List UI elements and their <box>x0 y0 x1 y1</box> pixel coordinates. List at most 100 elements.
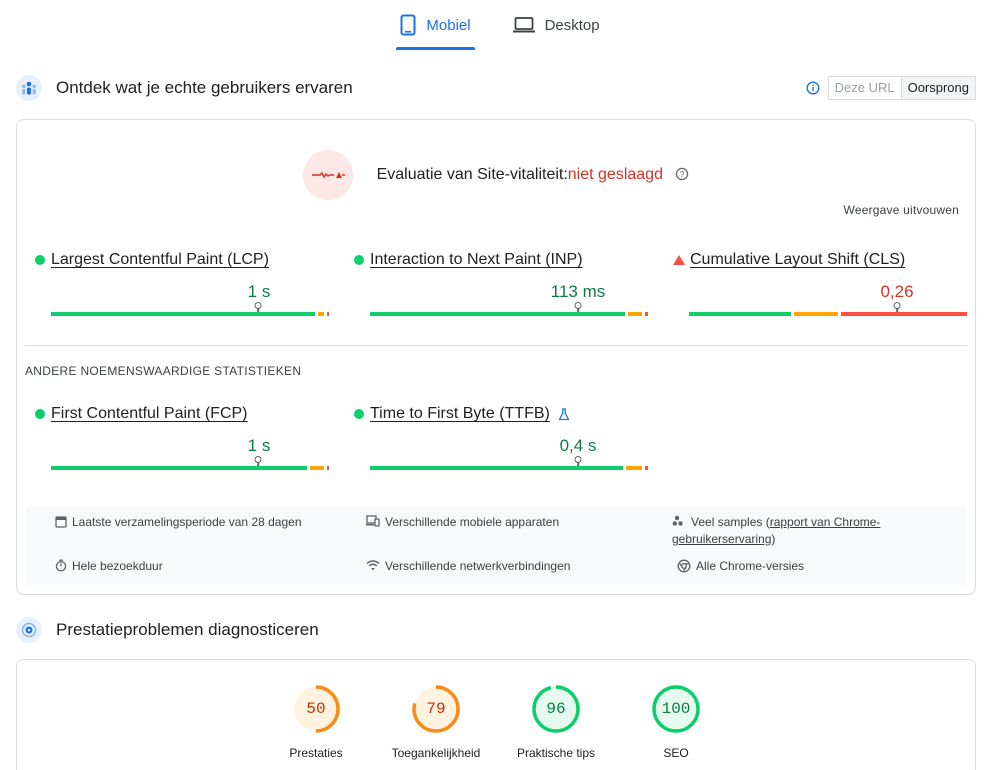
info-devices: Verschillende mobiele apparaten <box>366 514 559 531</box>
metric-lcp-link[interactable]: Largest Contentful Paint (LCP) <box>51 251 269 269</box>
bar-poor <box>645 466 648 470</box>
status-triangle-poor <box>673 255 685 265</box>
flask-icon <box>558 407 570 420</box>
section-divider <box>25 345 967 346</box>
bar-needs-improvement <box>794 312 838 316</box>
metric-inp-link[interactable]: Interaction to Next Paint (INP) <box>370 251 583 269</box>
bar-poor <box>645 312 648 316</box>
diagnose-header: Prestatieproblemen diagnosticeren <box>16 612 976 648</box>
info-duration-text: Hele bezoekduur <box>72 559 163 573</box>
tab-desktop[interactable]: Desktop <box>509 0 604 50</box>
info-chrome: Alle Chrome-versies <box>677 558 804 575</box>
diagnose-title: Prestatieproblemen diagnosticeren <box>56 620 319 639</box>
bar-poor <box>327 466 330 470</box>
evaluation-label: Evaluatie van Site-vitaliteit: <box>376 166 568 183</box>
status-dot-good <box>354 255 364 265</box>
info-network: Verschillende netwerkverbindingen <box>366 558 570 575</box>
metric-cls: Cumulative Layout Shift (CLS) <box>673 251 953 269</box>
bar-needs-improvement <box>626 466 642 470</box>
stopwatch-icon <box>55 559 67 572</box>
metric-cls-distribution-bar <box>689 312 967 316</box>
info-samples-suffix: ) <box>771 532 776 546</box>
svg-text:?: ? <box>680 169 685 179</box>
status-dot-good <box>354 409 364 419</box>
bar-poor <box>327 312 330 316</box>
metric-inp-distribution-bar <box>370 312 648 316</box>
laptop-icon <box>512 17 535 33</box>
cwv-evaluation: Evaluatie van Site-vitaliteit:niet gesla… <box>17 150 975 200</box>
bar-needs-improvement <box>628 312 643 316</box>
metric-lcp: Largest Contentful Paint (LCP) <box>35 251 315 269</box>
evaluation-status: niet geslaagd <box>567 166 663 183</box>
score-label: SEO <box>663 746 689 760</box>
bar-needs-improvement <box>318 312 325 316</box>
devices-icon <box>366 515 380 527</box>
lab-scores-card: 50 Prestaties 79 Toegankelijkheid 96 Pra… <box>16 659 976 770</box>
info-period: Laatste verzamelingsperiode van 28 dagen <box>55 514 302 531</box>
info-duration: Hele bezoekduur <box>55 558 163 575</box>
metric-inp-value: 113 ms <box>550 282 606 301</box>
users-icon <box>16 75 42 101</box>
tab-desktop-label: Desktop <box>544 16 600 34</box>
evaluation-text: Evaluatie van Site-vitaliteit:niet gesla… <box>377 166 690 184</box>
bar-good <box>370 466 624 470</box>
metric-ttfb-link[interactable]: Time to First Byte (TTFB) <box>370 405 550 423</box>
origin-button[interactable]: Oorsprong <box>900 76 976 100</box>
phone-icon <box>400 14 416 36</box>
field-data-card: Evaluatie van Site-vitaliteit:niet gesla… <box>16 119 976 595</box>
metric-fcp: First Contentful Paint (FCP) <box>35 405 315 423</box>
info-period-text: Laatste verzamelingsperiode van 28 dagen <box>72 515 302 529</box>
score-value: 50 <box>306 700 326 718</box>
info-icon[interactable] <box>806 81 820 95</box>
data-info-box: Laatste verzamelingsperiode van 28 dagen… <box>26 506 967 585</box>
info-samples-prefix: Veel samples ( <box>691 515 770 529</box>
wifi-icon <box>366 560 380 571</box>
metric-fcp-link[interactable]: First Contentful Paint (FCP) <box>51 405 248 423</box>
expand-view-link[interactable]: Weergave uitvouwen <box>844 203 959 217</box>
metric-ttfb-distribution-bar <box>370 466 648 470</box>
metric-inp: Interaction to Next Paint (INP) <box>354 251 634 269</box>
score-label: Toegankelijkheid <box>391 746 481 760</box>
info-devices-text: Verschillende mobiele apparaten <box>385 515 560 529</box>
score-value: 96 <box>546 700 566 718</box>
score-gauge-accessibility[interactable]: 79 Toegankelijkheid <box>381 684 491 760</box>
metric-cls-value: 0,26 <box>880 282 914 301</box>
target-icon <box>16 617 42 643</box>
score-value: 79 <box>426 700 446 718</box>
chrome-icon <box>677 559 691 573</box>
bar-needs-improvement <box>310 466 325 470</box>
bar-good <box>370 312 626 316</box>
metric-ttfb: Time to First Byte (TTFB) <box>354 405 634 423</box>
info-network-text: Verschillende netwerkverbindingen <box>385 559 571 573</box>
metric-cls-link[interactable]: Cumulative Layout Shift (CLS) <box>690 251 905 269</box>
score-value: 100 <box>661 700 691 718</box>
info-samples: Veel samples (rapport van Chrome-gebruik… <box>672 514 937 548</box>
score-gauge-seo[interactable]: 100 SEO <box>621 684 731 760</box>
field-data-title: Ontdek wat je echte gebruikers ervaren <box>56 78 353 97</box>
bar-good <box>51 312 316 316</box>
score-gauge-performance[interactable]: 50 Prestaties <box>261 684 371 760</box>
score-label: Prestaties <box>289 746 343 760</box>
status-dot-good <box>35 255 45 265</box>
score-label: Praktische tips <box>516 746 596 760</box>
failed-pulse-icon <box>302 150 353 200</box>
field-data-header: Ontdek wat je echte gebruikers ervaren D… <box>16 70 976 106</box>
help-icon[interactable]: ? <box>675 167 689 181</box>
tab-mobile-label: Mobiel <box>426 16 471 34</box>
metric-lcp-value: 1 s <box>247 282 271 301</box>
info-chrome-text: Alle Chrome-versies <box>696 559 805 573</box>
tab-mobile[interactable]: Mobiel <box>396 0 475 50</box>
this-url-button[interactable]: Deze URL <box>827 76 901 100</box>
device-tabs: Mobiel Desktop <box>0 0 1000 52</box>
metric-ttfb-value: 0,4 s <box>559 436 597 455</box>
active-tab-indicator <box>396 47 475 50</box>
samples-icon <box>672 515 683 526</box>
status-dot-good <box>35 409 45 419</box>
metric-fcp-distribution-bar <box>51 466 330 470</box>
bar-poor <box>841 312 967 316</box>
score-gauge-best-practices[interactable]: 96 Praktische tips <box>501 684 611 760</box>
url-origin-toggle: Deze URL Oorsprong <box>806 76 976 100</box>
other-metrics-title: ANDERE NOEMENSWAARDIGE STATISTIEKEN <box>25 364 302 378</box>
calendar-icon <box>55 516 67 528</box>
bar-good <box>51 466 308 470</box>
